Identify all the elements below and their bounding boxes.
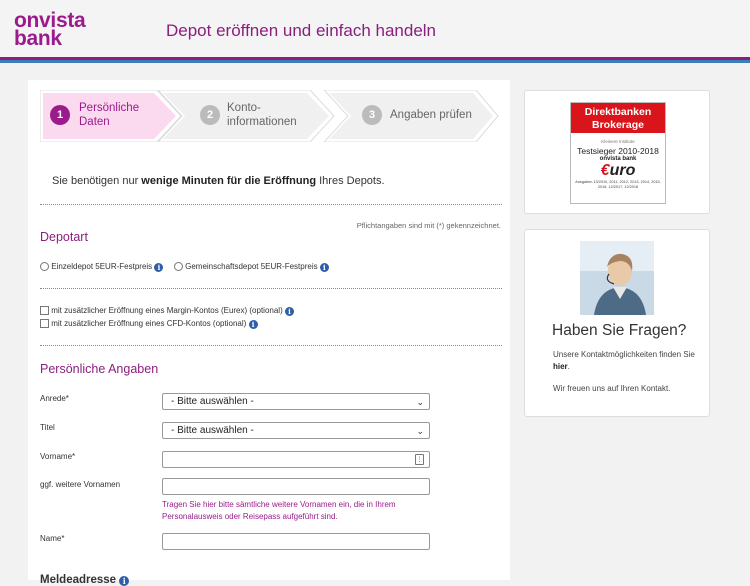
badge-subtitle: Kleinere Institute (601, 139, 635, 144)
anrede-selected: - Bitte auswählen - (171, 396, 254, 407)
depotart-options: Einzeldepot 5EUR-Festpreis i Gemeinschaf… (40, 262, 329, 272)
euro-logo: €uro (571, 162, 665, 180)
logo-line-2: bank (14, 27, 62, 50)
page-header: onvista bank Depot eröffnen und einfach … (0, 0, 750, 63)
weitere-vornamen-label: ggf. weitere Vornamen (40, 480, 121, 489)
badge-test: Testsieger 2010-2018 (577, 146, 659, 156)
intro-text: Sie benötigen nur wenige Minuten für die… (52, 175, 385, 187)
cfd-checkbox[interactable] (40, 319, 49, 328)
step-label-line1: Konto- (227, 102, 261, 114)
progress-steps: 1 Persönliche Daten 2 Konto- information… (40, 90, 499, 142)
divider (40, 345, 502, 346)
award-card: Direktbanken Brokerage Kleinere Institut… (524, 90, 710, 214)
form-panel: 1 Persönliche Daten 2 Konto- information… (28, 80, 510, 586)
contact-heading: Haben Sie Fragen? (552, 322, 687, 339)
step-number: 2 (200, 105, 220, 125)
meldeadresse-heading: Meldeadresse i (40, 574, 130, 586)
contact-text-post: . (567, 362, 570, 371)
titel-selected: - Bitte auswählen - (171, 425, 254, 436)
personal-heading: Persönliche Angaben (40, 362, 159, 376)
badge-title: Direktbanken Brokerage (571, 103, 665, 133)
divider (40, 204, 502, 205)
contact-text-pre: Unsere Kontaktmöglichkeiten finden Sie (553, 350, 695, 359)
weitere-vornamen-input[interactable] (162, 478, 430, 495)
chevron-down-icon: ⌄ (416, 426, 424, 436)
contact-link[interactable]: hier (553, 362, 568, 371)
main-area: 1 Persönliche Daten 2 Konto- information… (0, 66, 750, 586)
info-icon[interactable]: i (119, 576, 130, 586)
testsieger-badge: Direktbanken Brokerage Kleinere Institut… (570, 102, 666, 204)
intro-pre: Sie benötigen nur (52, 175, 142, 187)
contact-text-2: Wir freuen uns auf Ihren Kontakt. (553, 384, 671, 393)
step-label: Angaben prüfen (390, 108, 472, 122)
radio-gemeinschaftsdepot[interactable] (173, 262, 183, 271)
step-account-info: 2 Konto- informationen (158, 90, 335, 142)
anrede-select[interactable]: - Bitte auswählen - ⌄ (162, 393, 430, 410)
onvista-bank-logo[interactable]: onvista bank (14, 10, 86, 50)
chevron-down-icon: ⌄ (416, 397, 424, 407)
contact-text: Unsere Kontaktmöglichkeiten finden Sie h… (553, 349, 703, 373)
intro-post: Ihres Depots. (316, 175, 385, 187)
titel-label: Titel (40, 423, 55, 432)
name-label: Name* (40, 534, 65, 543)
depotart-heading: Depotart (40, 230, 88, 244)
euro-logo-rest: uro (609, 162, 636, 179)
radio-einzeldepot-label[interactable]: Einzeldepot 5EUR-Festpreis (51, 262, 152, 271)
badge-issues: Ausgaben 13/2010, 2011, 2012, 2013, 2014… (575, 180, 661, 189)
cfd-label[interactable]: mit zusätzlicher Eröffnung eines CFD-Kon… (51, 319, 246, 328)
intro-bold: wenige Minuten für die Eröffnung (141, 175, 317, 187)
vorname-input[interactable]: ⋮ (162, 451, 430, 468)
support-agent-photo (580, 241, 654, 315)
contact-card: Haben Sie Fragen? Unsere Kontaktmöglichk… (524, 229, 710, 417)
step-number: 3 (362, 105, 382, 125)
contact-card-icon[interactable]: ⋮ (415, 454, 424, 465)
step-label-line2: Daten (79, 116, 110, 128)
radio-einzeldepot[interactable] (40, 262, 49, 271)
margin-option: mit zusätzlicher Eröffnung eines Margin-… (40, 306, 294, 316)
info-icon[interactable]: i (319, 263, 329, 272)
step-number: 1 (50, 105, 70, 125)
divider (40, 288, 502, 289)
radio-gemeinschaftsdepot-label[interactable]: Gemeinschaftsdepot 5EUR-Festpreis (185, 262, 318, 271)
vorname-label: Vorname* (40, 452, 76, 461)
margin-label[interactable]: mit zusätzlicher Eröffnung eines Margin-… (51, 306, 283, 315)
step-label: Persönliche Daten (79, 101, 139, 129)
info-icon[interactable]: i (284, 307, 294, 316)
page-title: Depot eröffnen und einfach handeln (166, 21, 437, 40)
euro-logo-c: € (600, 162, 610, 179)
margin-checkbox[interactable] (40, 306, 49, 315)
anrede-label: Anrede* (40, 394, 69, 403)
step-label-line2: informationen (227, 116, 297, 128)
titel-select[interactable]: - Bitte auswählen - ⌄ (162, 422, 430, 439)
step-label-line1: Angaben prüfen (390, 109, 472, 121)
name-input[interactable] (162, 533, 430, 550)
step-label-line1: Persönliche (79, 102, 140, 114)
required-note: Pflichtangaben sind mit (*) gekennzeichn… (356, 221, 501, 230)
info-icon[interactable]: i (154, 263, 164, 272)
step-label: Konto- informationen (227, 101, 297, 129)
cfd-option: mit zusätzlicher Eröffnung eines CFD-Kon… (40, 319, 258, 329)
meldeadresse-text: Meldeadresse (40, 574, 117, 586)
info-icon[interactable]: i (248, 320, 258, 329)
weitere-vornamen-hint: Tragen Sie hier bitte sämtliche weitere … (162, 500, 396, 521)
step-review: 3 Angaben prüfen (324, 90, 499, 142)
